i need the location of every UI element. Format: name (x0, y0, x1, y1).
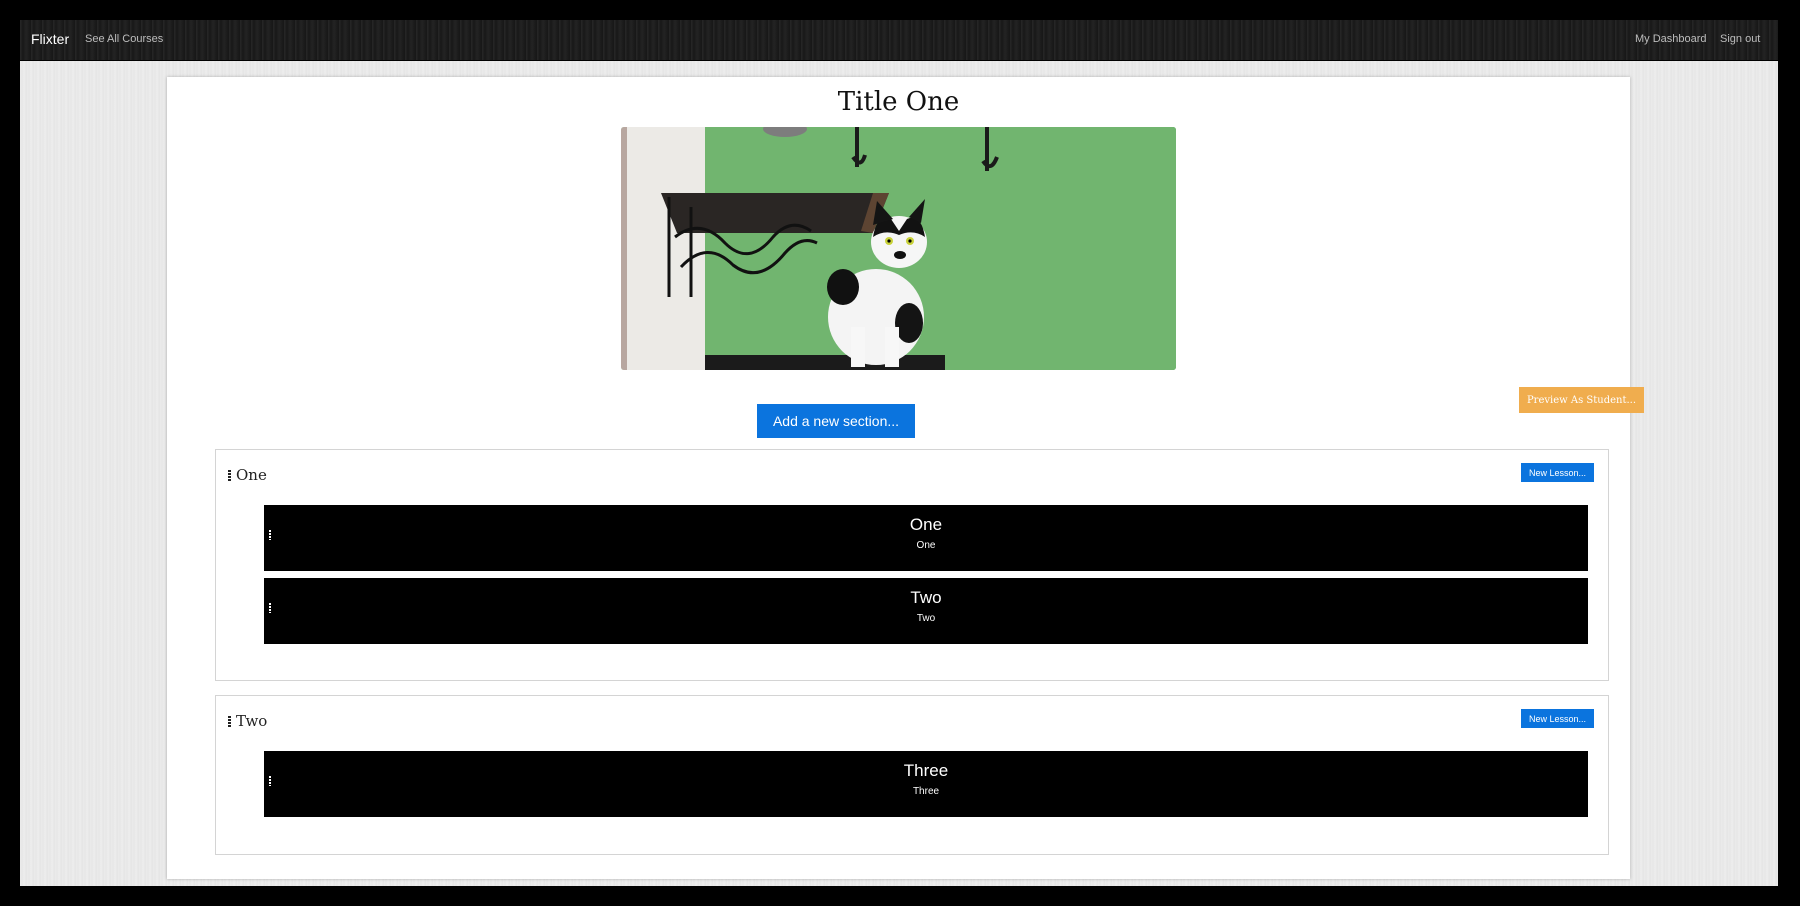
lesson-title: One (909, 515, 943, 534)
section-title: Two (236, 712, 268, 730)
top-navbar: Flixter See All Courses My Dashboard Sig… (20, 20, 1778, 61)
section-title: One (236, 466, 267, 484)
lesson-item[interactable]: One One (264, 505, 1588, 571)
course-image (621, 127, 1176, 370)
lesson-item[interactable]: Two Two (264, 578, 1588, 644)
section-header[interactable]: Two (228, 712, 267, 730)
course-content-card: Title One Add a new section... Preview A… (167, 77, 1644, 879)
new-lesson-button[interactable]: New Lesson... (1521, 463, 1594, 482)
lesson-subtitle: Two (916, 613, 936, 624)
add-section-button[interactable]: Add a new section... (757, 404, 915, 438)
lesson-title: Two (910, 588, 942, 607)
lesson-subtitle: Three (912, 786, 940, 797)
cat-bed (705, 355, 945, 370)
lesson-subtitle: One (916, 540, 936, 551)
see-all-courses-link[interactable]: See All Courses (85, 33, 163, 45)
cat-photo-illustration (621, 127, 1176, 370)
lesson-item[interactable]: Three Three (264, 751, 1588, 817)
lesson-title: Three (903, 761, 949, 780)
brand-link[interactable]: Flixter (31, 31, 69, 47)
preview-as-student-button[interactable]: Preview As Student... (1519, 387, 1644, 413)
drag-handle-icon[interactable] (228, 470, 231, 481)
section-panel: One New Lesson... One One Two Two (215, 449, 1609, 681)
my-dashboard-link[interactable]: My Dashboard (1635, 33, 1707, 45)
section-header[interactable]: One (228, 466, 267, 484)
drag-handle-icon[interactable] (228, 716, 231, 727)
section-panel: Two New Lesson... Three Three (215, 695, 1609, 855)
sign-out-link[interactable]: Sign out (1720, 33, 1760, 45)
new-lesson-button[interactable]: New Lesson... (1521, 709, 1594, 728)
page-viewport: Flixter See All Courses My Dashboard Sig… (20, 20, 1778, 886)
course-title: Title One (837, 87, 960, 117)
